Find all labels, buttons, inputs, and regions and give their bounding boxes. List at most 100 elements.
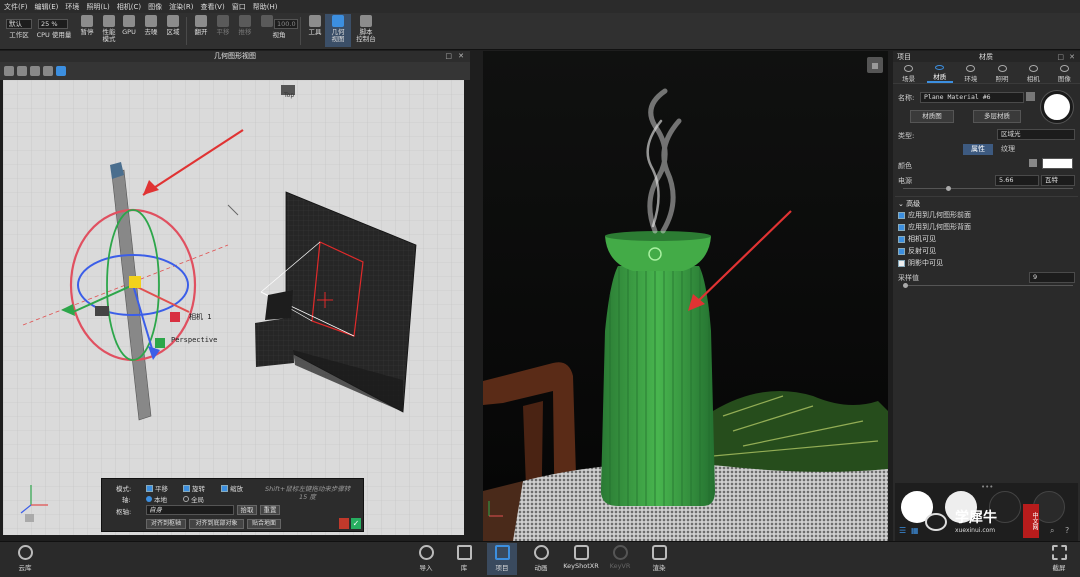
type-select[interactable]: 区域光 [997, 129, 1075, 140]
tab-texture[interactable]: 纹理 [993, 144, 1023, 155]
menu-file[interactable]: 文件(F) [4, 2, 28, 12]
local-radio[interactable]: 本地 [146, 494, 167, 504]
grid-view-icon[interactable]: ▦ [911, 526, 919, 535]
power-slider[interactable] [903, 188, 1073, 189]
menu-image[interactable]: 图像 [148, 2, 162, 12]
tab-lighting[interactable]: 照明 [989, 65, 1015, 83]
multi-layer-material-button[interactable]: 多层材质 [973, 110, 1021, 123]
tab-image[interactable]: 图像 [1051, 65, 1077, 83]
camera-visible-checkbox[interactable]: 相机可见 [898, 234, 936, 244]
scale-checkbox[interactable]: 缩放 [221, 483, 243, 493]
menu-camera[interactable]: 相机(C) [117, 2, 141, 12]
workspace-button[interactable]: 工作区 [6, 32, 32, 39]
zoom-select[interactable]: 25 % [38, 19, 68, 29]
render-viewport[interactable] [483, 51, 888, 541]
render-button[interactable]: 渲染 [644, 545, 674, 572]
import-button[interactable]: 导入 [411, 545, 441, 572]
tab-environment[interactable]: 环境 [958, 65, 984, 83]
pick-button[interactable]: 拾取 [237, 505, 257, 515]
menu-lighting[interactable]: 照明(L) [86, 2, 109, 12]
more-icon[interactable]: ••• [981, 483, 993, 491]
box-icon[interactable] [30, 66, 40, 76]
samples-slider-handle[interactable] [903, 283, 908, 288]
fov-value-field[interactable]: 100.0 [274, 19, 298, 29]
maximize-icon[interactable]: □ [1057, 53, 1064, 61]
search-icon[interactable]: ⌕ [1050, 526, 1054, 536]
project-icon [494, 545, 510, 560]
rotate-checkbox[interactable]: 旋转 [183, 483, 205, 493]
script-console-button[interactable]: 脚本 控制台 [352, 15, 380, 43]
advanced-section[interactable]: ⌄ 高级 [898, 199, 920, 209]
region-icon [167, 15, 179, 27]
save-icon[interactable] [1026, 92, 1035, 101]
region-button[interactable]: 区域 [160, 15, 186, 36]
tab-camera[interactable]: 相机 [1020, 65, 1046, 83]
project-button[interactable]: 项目 [487, 543, 517, 575]
watermark-site: xuexinui.com [955, 527, 996, 534]
shadow-visible-checkbox[interactable]: 阴影中可见 [898, 258, 943, 268]
tab-material[interactable]: 材质 [926, 65, 953, 83]
workspace-select[interactable]: 默认 [6, 19, 32, 29]
geometry-viewport[interactable]: 相机 1 Perspective Top [3, 80, 464, 535]
texture-icon[interactable] [1029, 159, 1037, 167]
power-value-field[interactable]: 5.66 [995, 175, 1039, 186]
cancel-icon[interactable] [339, 518, 349, 529]
vr-icon [612, 545, 628, 560]
confirm-icon[interactable]: ✓ [351, 518, 361, 529]
menu-help[interactable]: 帮助(H) [253, 2, 278, 12]
pivot-label: 枢轴: [116, 508, 132, 516]
material-graph-button[interactable]: 材质图 [910, 110, 954, 123]
close-icon[interactable]: ✕ [458, 51, 464, 62]
material-preview-swatch[interactable] [1041, 91, 1073, 123]
tab-scene[interactable]: 场景 [896, 65, 922, 83]
close-icon[interactable]: ✕ [1069, 53, 1075, 61]
cloud-library-button[interactable]: 云库 [10, 545, 40, 572]
geometry-view-header: 几何图形视图 ✕ □ [0, 51, 470, 62]
translate-checkbox[interactable]: 平移 [146, 483, 168, 493]
menu-environment[interactable]: 环境 [65, 2, 79, 12]
align-to-pivot-button[interactable]: 对齐到枢轴 [146, 519, 186, 529]
material-name-field[interactable]: Plane Material #6 [920, 92, 1024, 103]
menu-window[interactable]: 窗口 [232, 2, 246, 12]
pivot-field[interactable]: 自身 [146, 505, 234, 515]
geometry-view-button[interactable]: 几何 视图 [325, 14, 351, 47]
power-unit-select[interactable]: 瓦特 [1041, 175, 1075, 186]
mode-label: 模式: [116, 485, 132, 493]
geometry-scene [3, 80, 464, 535]
keyshotxr-button[interactable]: KeyShotXR [563, 545, 599, 570]
color-swatch[interactable] [1042, 158, 1073, 169]
lock-icon[interactable] [867, 57, 883, 73]
screenshot-button[interactable]: 截屏 [1044, 545, 1074, 572]
transform-options-panel: 模式: 平移 旋转 缩放 Shift+鼠标左键拖动来步骤转 15 度 轴: 本地… [101, 478, 364, 532]
visibility-icon[interactable] [43, 66, 53, 76]
reflection-visible-checkbox[interactable]: 反射可见 [898, 246, 936, 256]
menu-render[interactable]: 渲染(R) [169, 2, 193, 12]
menu-edit[interactable]: 编辑(E) [35, 2, 59, 12]
apply-back-checkbox[interactable]: 应用到几何图形背面 [898, 222, 971, 232]
watermark-name: 学犀牛 [955, 510, 997, 526]
apply-front-checkbox[interactable]: 应用到几何图形前面 [898, 210, 971, 220]
menu-view[interactable]: 查看(V) [200, 2, 224, 12]
library-button[interactable]: 库 [449, 545, 479, 572]
maximize-icon[interactable]: □ [445, 51, 452, 62]
tab-properties[interactable]: 属性 [963, 144, 993, 155]
camera-icon[interactable] [17, 66, 27, 76]
tumble-icon [195, 15, 207, 27]
reset-button[interactable]: 重置 [260, 505, 280, 515]
scene-tree-icon[interactable] [56, 66, 66, 76]
align-to-bottom-button[interactable]: 对齐到底部对象 [189, 519, 244, 529]
snap-to-ground-button[interactable]: 贴合地面 [247, 519, 281, 529]
watermark-badge: 中文网 [1023, 504, 1039, 538]
power-slider-handle[interactable] [946, 186, 951, 191]
help-icon[interactable]: ? [1065, 526, 1069, 535]
list-view-icon[interactable]: ☰ [899, 526, 906, 535]
camera-icon [1028, 65, 1038, 72]
settings-icon[interactable] [4, 66, 14, 76]
environment-icon [966, 65, 976, 72]
samples-slider[interactable] [903, 285, 1073, 286]
animation-button[interactable]: 动画 [526, 545, 556, 572]
cpu-usage-button[interactable]: CPU 使用量 [36, 32, 72, 39]
global-radio[interactable]: 全局 [183, 494, 204, 504]
keyvr-button[interactable]: KeyVR [605, 545, 635, 570]
samples-field[interactable]: 9 [1029, 272, 1075, 283]
